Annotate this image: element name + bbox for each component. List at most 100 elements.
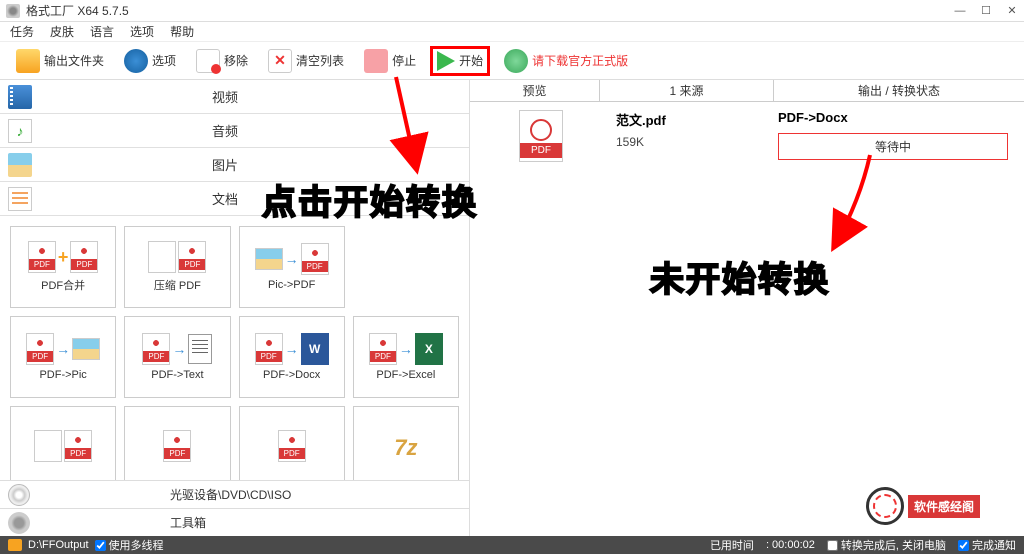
tile-extra-1[interactable] [10,406,116,480]
output-label: 输出文件夹 [44,52,104,69]
remove-label: 移除 [224,52,248,69]
download-label: 请下载官方正式版 [532,52,628,69]
statusbar: D:\FFOutput 使用多线程 已用时间 : 00:00:02 转换完成后,… [0,536,1024,554]
task-info: 范文.pdf 159K [606,110,768,162]
folder-icon [16,49,40,73]
image-label: 图片 [212,155,238,174]
tile-label: PDF->Docx [263,369,320,381]
download-link[interactable]: 请下载官方正式版 [498,47,634,75]
tile-pdf-to-text[interactable]: → PDF->Text [124,316,230,398]
task-filename: 范文.pdf [616,110,768,129]
menu-language[interactable]: 语言 [90,23,114,40]
shutdown-checkbox[interactable] [827,540,838,551]
zip-icon [148,241,176,273]
arrow-icon: → [172,341,186,357]
left-panel: 视频 音频 图片 文档 + PDF合并 压缩 PDF [0,80,470,536]
multithread-checkbox[interactable] [95,540,106,551]
window-controls: — ☐ ✕ [954,5,1018,17]
menu-options[interactable]: 选项 [130,23,154,40]
audio-label: 音频 [212,121,238,140]
multithread-toggle[interactable]: 使用多线程 [95,537,164,553]
task-row[interactable]: 范文.pdf 159K PDF->Docx 等待中 [470,102,1024,170]
statusbar-right: 已用时间 : 00:00:02 转换完成后, 关闭电脑 完成通知 [710,537,1016,553]
notify-checkbox[interactable] [958,540,969,551]
menu-task[interactable]: 任务 [10,23,34,40]
pdf-icon [369,333,397,365]
output-path[interactable]: D:\FFOutput [28,539,89,551]
toolbox-label: 工具箱 [170,514,206,531]
output-folder-button[interactable]: 输出文件夹 [10,47,110,75]
video-icon [8,85,32,109]
task-header: 预览 1 来源 输出 / 转换状态 [470,80,1024,102]
folder-icon [8,539,22,551]
pdf-icon [26,333,54,365]
shutdown-label: 转换完成后, 关闭电脑 [841,537,946,553]
tile-pdf-merge[interactable]: + PDF合并 [10,226,116,308]
pdf-icon [28,241,56,273]
gear-icon [8,512,30,534]
arrow-icon: → [56,341,70,357]
category-image[interactable]: 图片 [0,148,469,182]
options-button[interactable]: 选项 [118,47,182,75]
audio-icon [8,119,32,143]
pdf-icon [163,430,191,462]
category-document[interactable]: 文档 [0,182,469,216]
clear-button[interactable]: 清空列表 [262,47,350,75]
pdf-icon [519,110,563,162]
multithread-label: 使用多线程 [109,537,164,553]
tile-extra-2[interactable] [124,406,230,480]
options-icon [124,49,148,73]
globe-icon [504,49,528,73]
tile-7z[interactable]: 7z [353,406,459,480]
watermark: 软件感经阁 [866,486,1006,526]
stop-icon [364,49,388,73]
tile-pdf-to-excel[interactable]: →X PDF->Excel [353,316,459,398]
maximize-button[interactable]: ☐ [980,5,992,17]
clear-icon [268,49,292,73]
excel-icon: X [415,333,443,365]
tile-pic-to-pdf[interactable]: → Pic->PDF [239,226,345,308]
menu-skin[interactable]: 皮肤 [50,23,74,40]
watermark-icon [866,487,904,525]
close-button[interactable]: ✕ [1006,5,1018,17]
tile-label: PDF->Text [151,369,203,381]
start-label: 开始 [459,52,483,69]
tile-extra-3[interactable] [239,406,345,480]
window-title: 格式工厂 X64 5.7.5 [26,2,954,19]
statusbar-left: D:\FFOutput 使用多线程 [8,537,164,553]
clear-label: 清空列表 [296,52,344,69]
toolbar: 输出文件夹 选项 移除 清空列表 停止 开始 请下载官方正式版 [0,42,1024,80]
pdf-icon [178,241,206,273]
document-label: 文档 [212,189,238,208]
category-video[interactable]: 视频 [0,80,469,114]
toolbox-row[interactable]: 工具箱 [0,508,469,536]
text-icon [188,334,212,364]
tile-label: Pic->PDF [268,279,315,291]
task-thumbnail [476,110,606,162]
arrow-icon: → [399,341,413,357]
header-output: 输出 / 转换状态 [774,80,1024,101]
drive-row[interactable]: 光驱设备\DVD\CD\ISO [0,480,469,508]
elapsed-time: : 00:00:02 [766,539,815,551]
header-preview: 预览 [470,80,600,101]
pdf-icon [255,333,283,365]
status-badge: 等待中 [778,133,1008,160]
notify-toggle[interactable]: 完成通知 [958,537,1016,553]
shutdown-toggle[interactable]: 转换完成后, 关闭电脑 [827,537,946,553]
tile-compress-pdf[interactable]: 压缩 PDF [124,226,230,308]
pdf-icon [70,241,98,273]
tile-label: 压缩 PDF [154,277,201,293]
remove-button[interactable]: 移除 [190,47,254,75]
tile-pdf-to-docx[interactable]: →W PDF->Docx [239,316,345,398]
category-audio[interactable]: 音频 [0,114,469,148]
tile-pdf-to-pic[interactable]: → PDF->Pic [10,316,116,398]
tile-label: PDF->Excel [376,369,435,381]
minimize-button[interactable]: — [954,5,966,17]
task-conversion: PDF->Docx [778,110,1008,125]
elapsed-label: 已用时间 [710,537,754,553]
stop-button[interactable]: 停止 [358,47,422,75]
menu-help[interactable]: 帮助 [170,23,194,40]
tiles-grid: + PDF合并 压缩 PDF → Pic->PDF → PDF->Pic → [0,216,469,480]
tile-label: PDF->Pic [39,369,86,381]
start-button[interactable]: 开始 [430,46,490,76]
